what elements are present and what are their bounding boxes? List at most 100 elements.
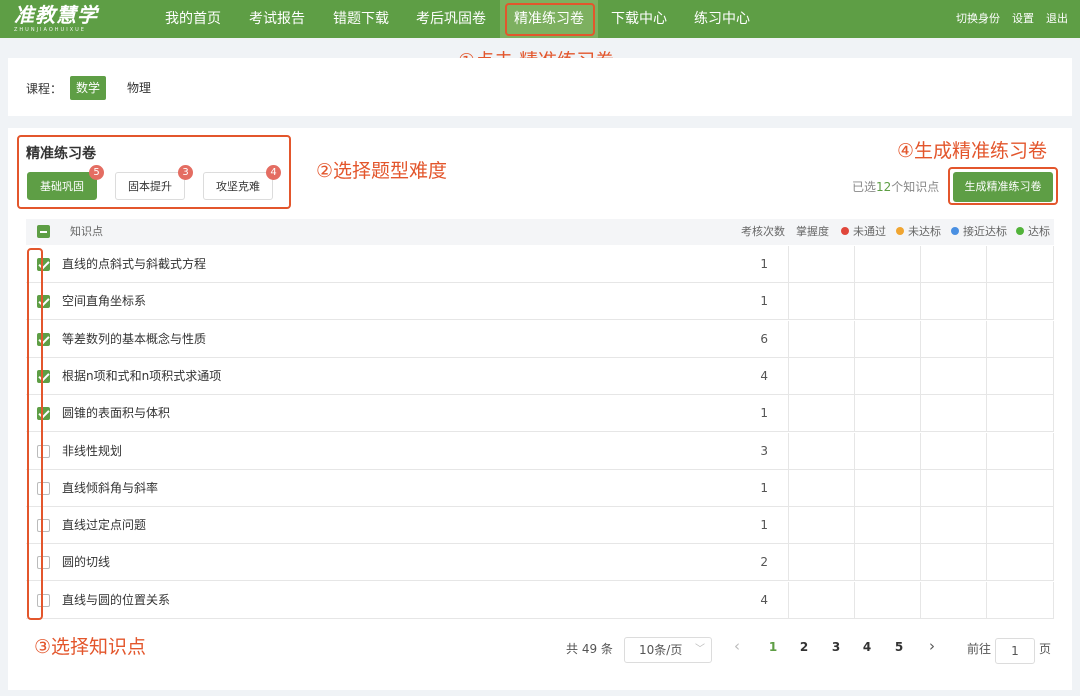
- nav-home[interactable]: 我的首页: [152, 0, 234, 38]
- header-mastery: 掌握度: [796, 225, 829, 238]
- logout-link[interactable]: 退出: [1046, 0, 1068, 38]
- mastery-cell-divider: [854, 507, 855, 545]
- goto-page-input[interactable]: 1: [995, 638, 1035, 664]
- mastery-cell-divider: [920, 246, 921, 283]
- page-4-button[interactable]: 4: [859, 640, 875, 654]
- mastery-cell-divider: [788, 469, 789, 507]
- legend-near: 接近达标: [951, 219, 1007, 245]
- brand-logo[interactable]: 准教慧学 ZHUNJIAOHUIXUE: [14, 3, 98, 33]
- mastery-cell-divider: [986, 246, 987, 283]
- mastery-cell-divider: [854, 320, 855, 358]
- mastery-cell-divider: [788, 544, 789, 582]
- mastery-cell-divider: [986, 357, 987, 395]
- table-row[interactable]: 直线的点斜式与斜截式方程 1: [26, 246, 1054, 283]
- exam-count-cell: 3: [760, 443, 768, 458]
- table-row[interactable]: 圆锥的表面积与体积 1: [26, 395, 1054, 433]
- annotation-box-levels: [17, 135, 291, 209]
- mastery-cell-divider: [1053, 432, 1054, 470]
- page-1-button[interactable]: 1: [765, 640, 781, 654]
- table-row[interactable]: 直线过定点问题 1: [26, 507, 1054, 545]
- mastery-cell-divider: [1053, 469, 1054, 507]
- mastery-cell-divider: [854, 395, 855, 433]
- mastery-cell-divider: [1053, 395, 1054, 433]
- mastery-cell-divider: [854, 246, 855, 283]
- nav-wrong-download[interactable]: 错题下载: [320, 0, 402, 38]
- mastery-cell-divider: [788, 283, 789, 321]
- mastery-cell-divider: [854, 283, 855, 321]
- select-all-checkbox[interactable]: [37, 225, 50, 238]
- mastery-cell-divider: [788, 395, 789, 433]
- mastery-cell-divider: [854, 581, 855, 619]
- mastery-cell-divider: [1053, 544, 1054, 582]
- exam-count-cell: 6: [760, 331, 768, 346]
- mastery-cell-divider: [920, 357, 921, 395]
- settings-link[interactable]: 设置: [1012, 0, 1034, 38]
- page-5-button[interactable]: 5: [891, 640, 907, 654]
- mastery-cell-divider: [1053, 357, 1054, 395]
- legend-below-label: 未达标: [908, 225, 941, 238]
- exam-count-cell: 4: [760, 368, 768, 383]
- header-knowledge: 知识点: [70, 225, 103, 238]
- mastery-cell-divider: [920, 469, 921, 507]
- page-2-button[interactable]: 2: [796, 640, 812, 654]
- mastery-cell-divider: [920, 283, 921, 321]
- header-exam-count: 考核次数: [741, 225, 785, 238]
- exam-count-cell: 2: [760, 555, 768, 570]
- legend-near-label: 接近达标: [963, 225, 1007, 238]
- mastery-cell-divider: [920, 395, 921, 433]
- mastery-cell-divider: [854, 469, 855, 507]
- nav-practice-center[interactable]: 练习中心: [680, 0, 764, 38]
- nav-exam-report[interactable]: 考试报告: [236, 0, 318, 38]
- nav-post-exam-review[interactable]: 考后巩固卷: [404, 0, 498, 38]
- exam-count-cell: 1: [760, 480, 768, 495]
- table-row[interactable]: 非线性规划 3: [26, 432, 1054, 470]
- course-math[interactable]: 数学: [70, 76, 107, 100]
- knowledge-point-name: 圆锥的表面积与体积: [62, 406, 171, 421]
- mastery-cell-divider: [986, 544, 987, 582]
- mastery-cell-divider: [986, 507, 987, 545]
- watermark-text: 大数跨境: [10, 666, 87, 688]
- table-row[interactable]: 根据n项和式和n项积式求通项 4: [26, 357, 1054, 395]
- table-row[interactable]: 直线与圆的位置关系 4: [26, 581, 1054, 619]
- legend-failed-dot: [841, 227, 849, 235]
- mastery-cell-divider: [788, 357, 789, 395]
- page-size-select[interactable]: 10条/页 ﹀: [624, 637, 712, 663]
- page-3-button[interactable]: 3: [828, 640, 844, 654]
- prev-page-button[interactable]: ‹: [734, 637, 740, 655]
- exam-count-cell: 4: [760, 592, 768, 607]
- next-page-button[interactable]: ›: [929, 637, 935, 655]
- course-panel: [8, 58, 1072, 116]
- table-row[interactable]: 等差数列的基本概念与性质 6: [26, 320, 1054, 358]
- legend-pass: 达标: [1016, 219, 1050, 245]
- table-header: 知识点 考核次数 掌握度 未通过 未达标 接近达标 达标: [26, 219, 1054, 245]
- exam-count-cell: 1: [760, 257, 768, 271]
- annotation-box-nav: [505, 3, 595, 36]
- table-row[interactable]: 空间直角坐标系 1: [26, 283, 1054, 321]
- logo-text: 准教慧学: [14, 3, 98, 27]
- course-physics[interactable]: 物理: [121, 76, 157, 100]
- course-label: 课程：: [26, 82, 63, 96]
- page-size-value: 10条/页: [639, 643, 683, 657]
- mastery-cell-divider: [788, 246, 789, 283]
- mastery-cell-divider: [854, 544, 855, 582]
- nav-download-center[interactable]: 下载中心: [598, 0, 680, 38]
- exam-count-cell: 1: [760, 406, 768, 421]
- legend-failed: 未通过: [841, 219, 886, 245]
- legend-near-dot: [951, 227, 959, 235]
- mastery-cell-divider: [920, 432, 921, 470]
- annotation-step4: ④生成精准练习卷: [897, 140, 1048, 162]
- generate-practice-button[interactable]: 生成精准练习卷: [953, 172, 1053, 202]
- mastery-cell-divider: [1053, 507, 1054, 545]
- mastery-cell-divider: [788, 581, 789, 619]
- mastery-cell-divider: [920, 544, 921, 582]
- mastery-cell-divider: [1053, 283, 1054, 321]
- legend-below-dot: [896, 227, 904, 235]
- knowledge-point-name: 圆的切线: [62, 555, 111, 570]
- knowledge-point-name: 根据n项和式和n项积式求通项: [62, 368, 222, 383]
- mastery-cell-divider: [986, 469, 987, 507]
- switch-identity-link[interactable]: 切换身份: [956, 0, 1000, 38]
- pagination-total: 共 49 条: [566, 642, 613, 656]
- legend-failed-label: 未通过: [853, 225, 886, 238]
- table-row[interactable]: 直线倾斜角与斜率 1: [26, 469, 1054, 507]
- table-row[interactable]: 圆的切线 2: [26, 544, 1054, 582]
